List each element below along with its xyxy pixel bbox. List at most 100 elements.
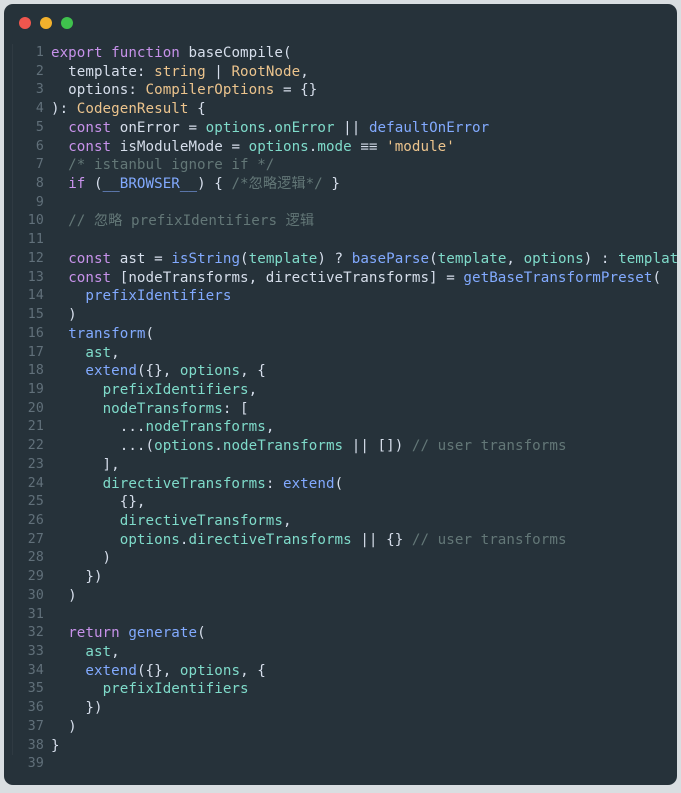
token-pln: = {} xyxy=(274,82,318,99)
line-number: 14 xyxy=(27,288,44,304)
token-pln xyxy=(51,401,103,417)
token-pln: } xyxy=(322,176,340,193)
token-pln: ≡≡ xyxy=(351,138,387,155)
code-line[interactable]: 1 export function baseCompile( xyxy=(4,44,677,63)
token-pln: }) xyxy=(51,569,103,586)
code-line[interactable]: 4): CodegenResult { xyxy=(4,100,677,119)
code-line[interactable]: 13 const [nodeTransforms, directiveTrans… xyxy=(4,269,677,288)
token-pln: isModuleMode = xyxy=(111,138,249,155)
code-line[interactable]: 16 transform( xyxy=(4,325,677,344)
code-line[interactable]: 33 ast, xyxy=(4,643,677,662)
code-line[interactable]: 31 xyxy=(4,606,677,625)
maximize-window-button[interactable] xyxy=(61,17,73,29)
code-line-content: options: CompilerOptions = {} xyxy=(51,81,677,100)
token-cmt: // user transforms xyxy=(411,438,567,455)
code-line[interactable]: 19 prefixIdentifiers, xyxy=(4,381,677,400)
code-line[interactable]: 14 prefixIdentifiers xyxy=(4,287,677,306)
token-pln: baseCompile xyxy=(188,45,283,61)
code-line-content: const isModuleMode = options.mode ≡≡ 'mo… xyxy=(51,138,677,157)
code-line[interactable]: 8 if (__BROWSER__) { /*忽略逻辑*/ } xyxy=(4,175,677,194)
token-kw: return xyxy=(68,625,120,642)
code-line[interactable]: 32 return generate( xyxy=(4,624,677,643)
token-fn: extend xyxy=(85,363,137,380)
token-pln: ( xyxy=(240,250,249,267)
token-pln: , { xyxy=(240,363,266,380)
code-line[interactable]: 26 directiveTransforms, xyxy=(4,512,677,531)
code-editor[interactable]: 1 export function baseCompile(2 template:… xyxy=(4,44,677,785)
code-line[interactable]: 3 options: CompilerOptions = {} xyxy=(4,81,677,100)
code-line[interactable]: 2 template: string | RootNode, xyxy=(4,63,677,82)
code-line[interactable]: 36 }) xyxy=(4,699,677,718)
token-pln xyxy=(51,326,68,342)
line-number: 29 xyxy=(27,569,44,585)
line-number: 8 xyxy=(35,176,44,192)
line-number: 31 xyxy=(27,606,44,622)
token-typ: RootNode xyxy=(231,63,301,80)
code-line[interactable]: 18 extend({}, options, { xyxy=(4,362,677,381)
code-line[interactable]: 7 /* istanbul ignore if */ xyxy=(4,156,677,175)
token-fn: defaultOnError xyxy=(368,119,490,136)
code-line[interactable]: 12 const ast = isString(template) ? base… xyxy=(4,250,677,269)
code-line[interactable]: 34 extend({}, options, { xyxy=(4,662,677,681)
code-line[interactable]: 39 xyxy=(4,755,677,774)
line-number: 16 xyxy=(27,325,44,341)
token-pln: , xyxy=(300,63,309,80)
close-window-button[interactable] xyxy=(19,17,31,29)
line-number: 7 xyxy=(35,157,44,173)
code-line-content: ...nodeTransforms, xyxy=(51,418,677,437)
code-line[interactable]: 17 ast, xyxy=(4,344,677,363)
code-line[interactable]: 22 ...(options.nodeTransforms || []) // … xyxy=(4,437,677,456)
token-typ: string xyxy=(154,63,206,80)
code-line-content: ast, xyxy=(51,643,677,662)
line-number: 1 xyxy=(35,45,44,60)
token-var: options xyxy=(248,138,309,155)
code-line[interactable]: 10 // 忽略 prefixIdentifiers 逻辑 xyxy=(4,212,677,231)
code-line[interactable]: 6 const isModuleMode = options.mode ≡≡ '… xyxy=(4,138,677,157)
code-line-content: template: string | RootNode, xyxy=(51,63,677,82)
code-line[interactable]: 27 options.directiveTransforms || {} // … xyxy=(4,531,677,550)
line-number: 26 xyxy=(27,512,44,528)
code-line[interactable]: 9 xyxy=(4,194,677,213)
token-pln: ({}, xyxy=(136,363,180,380)
token-fn: transform xyxy=(68,325,146,342)
code-line[interactable]: 25 {}, xyxy=(4,493,677,512)
token-pln: options xyxy=(51,82,129,99)
code-line[interactable]: 15 ) xyxy=(4,306,677,325)
line-number: 15 xyxy=(27,307,44,323)
line-number: 32 xyxy=(27,625,44,641)
token-pln: || xyxy=(334,119,369,136)
code-line[interactable]: 28 ) xyxy=(4,549,677,568)
minimize-window-button[interactable] xyxy=(40,17,52,29)
code-line[interactable]: 29 }) xyxy=(4,568,677,587)
token-kw: if xyxy=(68,176,86,193)
token-var: template xyxy=(618,250,677,267)
token-cmt: // 忽略 prefixIdentifiers 逻辑 xyxy=(51,213,315,230)
line-number: 10 xyxy=(27,213,44,229)
code-line[interactable]: 21 ...nodeTransforms, xyxy=(4,418,677,437)
token-var: directiveTransforms xyxy=(188,531,352,548)
code-line[interactable]: 23 ], xyxy=(4,456,677,475)
window-titlebar[interactable] xyxy=(4,4,677,42)
token-pln xyxy=(51,532,120,548)
code-line[interactable]: 5 const onError = options.onError || def… xyxy=(4,119,677,138)
token-kw: const xyxy=(68,250,112,267)
code-line[interactable]: 11 xyxy=(4,231,677,250)
line-number: 22 xyxy=(27,438,44,454)
code-line[interactable]: 24 directiveTransforms: extend( xyxy=(4,475,677,494)
token-cmt: // user transforms xyxy=(411,531,567,548)
token-pln xyxy=(103,45,112,61)
token-pln: , xyxy=(248,381,258,398)
code-line[interactable]: 37 ) xyxy=(4,718,677,737)
code-line[interactable]: 35 prefixIdentifiers xyxy=(4,680,677,699)
token-pln xyxy=(51,251,68,267)
code-line[interactable]: 20 nodeTransforms: [ xyxy=(4,400,677,419)
token-pln: ( xyxy=(652,269,662,286)
token-kw: const xyxy=(68,119,112,136)
code-window: 1 export function baseCompile(2 template:… xyxy=(4,4,677,785)
code-line[interactable]: 38} xyxy=(4,737,677,756)
code-line[interactable]: 30 ) xyxy=(4,587,677,606)
line-number: 38 xyxy=(27,737,44,753)
token-pln xyxy=(51,625,68,641)
token-pln: , xyxy=(111,644,120,660)
token-kw: export xyxy=(51,45,103,61)
